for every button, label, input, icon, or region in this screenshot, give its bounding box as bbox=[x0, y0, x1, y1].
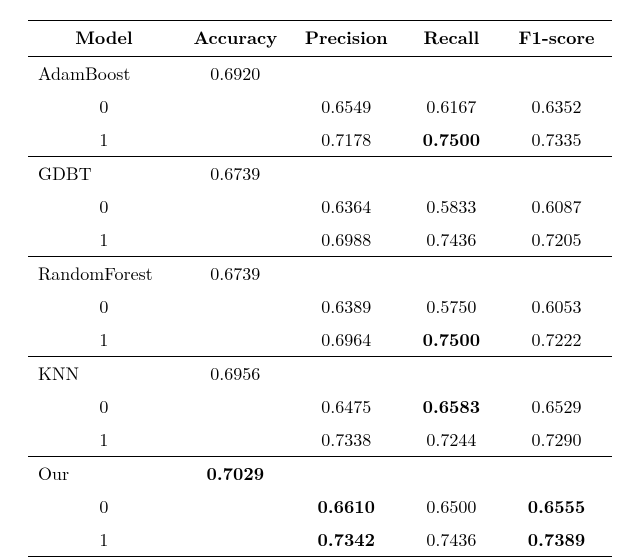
empty-cell bbox=[501, 57, 612, 91]
class-label: 0 bbox=[28, 290, 180, 323]
f1-value: 0.7335 bbox=[501, 123, 612, 157]
precision-value: 0.6610 bbox=[291, 490, 402, 523]
empty-cell bbox=[180, 323, 291, 357]
empty-cell bbox=[291, 57, 402, 91]
accuracy-value: 0.6739 bbox=[180, 257, 291, 291]
empty-cell bbox=[180, 223, 291, 257]
empty-cell bbox=[180, 90, 291, 123]
recall-value: 0.6583 bbox=[402, 390, 501, 423]
empty-cell bbox=[402, 57, 501, 91]
empty-cell bbox=[180, 523, 291, 557]
class-label: 1 bbox=[28, 223, 180, 257]
table-row: 0 0.65490.61670.6352 bbox=[28, 90, 612, 123]
empty-cell bbox=[402, 457, 501, 491]
col-recall: Recall bbox=[402, 21, 501, 57]
precision-value: 0.7178 bbox=[291, 123, 402, 157]
recall-value: 0.7436 bbox=[402, 523, 501, 557]
empty-cell bbox=[291, 257, 402, 291]
col-model: Model bbox=[28, 21, 180, 57]
empty-cell bbox=[180, 423, 291, 457]
class-label: 1 bbox=[28, 123, 180, 157]
table-row: 1 0.69880.74360.7205 bbox=[28, 223, 612, 257]
recall-value: 0.7244 bbox=[402, 423, 501, 457]
precision-value: 0.6475 bbox=[291, 390, 402, 423]
model-name: GDBT bbox=[28, 157, 180, 191]
empty-cell bbox=[402, 357, 501, 391]
table-group-header: KNN0.6956 bbox=[28, 357, 612, 391]
empty-cell bbox=[180, 190, 291, 223]
empty-cell bbox=[180, 390, 291, 423]
precision-value: 0.7338 bbox=[291, 423, 402, 457]
empty-cell bbox=[291, 157, 402, 191]
table-row: 0 0.63640.58330.6087 bbox=[28, 190, 612, 223]
col-accuracy: Accuracy bbox=[180, 21, 291, 57]
f1-value: 0.7290 bbox=[501, 423, 612, 457]
col-f1: F1-score bbox=[501, 21, 612, 57]
table-header-row: Model Accuracy Precision Recall F1-score bbox=[28, 21, 612, 57]
f1-value: 0.6529 bbox=[501, 390, 612, 423]
accuracy-value: 0.6956 bbox=[180, 357, 291, 391]
table-group-header: GDBT0.6739 bbox=[28, 157, 612, 191]
empty-cell bbox=[180, 123, 291, 157]
recall-value: 0.7500 bbox=[402, 323, 501, 357]
table-row: 0 0.64750.65830.6529 bbox=[28, 390, 612, 423]
table-row: 0 0.63890.57500.6053 bbox=[28, 290, 612, 323]
class-label: 1 bbox=[28, 523, 180, 557]
accuracy-value: 0.6920 bbox=[180, 57, 291, 91]
class-label: 0 bbox=[28, 490, 180, 523]
precision-value: 0.6364 bbox=[291, 190, 402, 223]
empty-cell bbox=[180, 290, 291, 323]
table-row: 1 0.71780.75000.7335 bbox=[28, 123, 612, 157]
table-row: 1 0.73380.72440.7290 bbox=[28, 423, 612, 457]
table-row: 0 0.66100.65000.6555 bbox=[28, 490, 612, 523]
results-table: Model Accuracy Precision Recall F1-score… bbox=[28, 20, 612, 557]
f1-value: 0.7389 bbox=[501, 523, 612, 557]
precision-value: 0.6964 bbox=[291, 323, 402, 357]
table-group-header: AdamBoost0.6920 bbox=[28, 57, 612, 91]
empty-cell bbox=[402, 157, 501, 191]
class-label: 0 bbox=[28, 190, 180, 223]
f1-value: 0.6053 bbox=[501, 290, 612, 323]
recall-value: 0.7500 bbox=[402, 123, 501, 157]
empty-cell bbox=[501, 257, 612, 291]
model-name: Our bbox=[28, 457, 180, 491]
accuracy-value: 0.6739 bbox=[180, 157, 291, 191]
recall-value: 0.5750 bbox=[402, 290, 501, 323]
col-precision: Precision bbox=[291, 21, 402, 57]
model-name: KNN bbox=[28, 357, 180, 391]
empty-cell bbox=[501, 157, 612, 191]
precision-value: 0.6389 bbox=[291, 290, 402, 323]
f1-value: 0.7222 bbox=[501, 323, 612, 357]
table-row: 1 0.69640.75000.7222 bbox=[28, 323, 612, 357]
model-name: RandomForest bbox=[28, 257, 180, 291]
class-label: 1 bbox=[28, 323, 180, 357]
f1-value: 0.7205 bbox=[501, 223, 612, 257]
f1-value: 0.6555 bbox=[501, 490, 612, 523]
table-group-header: RandomForest0.6739 bbox=[28, 257, 612, 291]
class-label: 1 bbox=[28, 423, 180, 457]
table-group-header: Our0.7029 bbox=[28, 457, 612, 491]
table-row: 1 0.73420.74360.7389 bbox=[28, 523, 612, 557]
precision-value: 0.6988 bbox=[291, 223, 402, 257]
recall-value: 0.6500 bbox=[402, 490, 501, 523]
empty-cell bbox=[501, 457, 612, 491]
empty-cell bbox=[501, 357, 612, 391]
recall-value: 0.6167 bbox=[402, 90, 501, 123]
empty-cell bbox=[402, 257, 501, 291]
f1-value: 0.6352 bbox=[501, 90, 612, 123]
precision-value: 0.7342 bbox=[291, 523, 402, 557]
precision-value: 0.6549 bbox=[291, 90, 402, 123]
class-label: 0 bbox=[28, 90, 180, 123]
f1-value: 0.6087 bbox=[501, 190, 612, 223]
empty-cell bbox=[291, 357, 402, 391]
recall-value: 0.7436 bbox=[402, 223, 501, 257]
empty-cell bbox=[180, 490, 291, 523]
model-name: AdamBoost bbox=[28, 57, 180, 91]
empty-cell bbox=[291, 457, 402, 491]
class-label: 0 bbox=[28, 390, 180, 423]
recall-value: 0.5833 bbox=[402, 190, 501, 223]
accuracy-value: 0.7029 bbox=[180, 457, 291, 491]
